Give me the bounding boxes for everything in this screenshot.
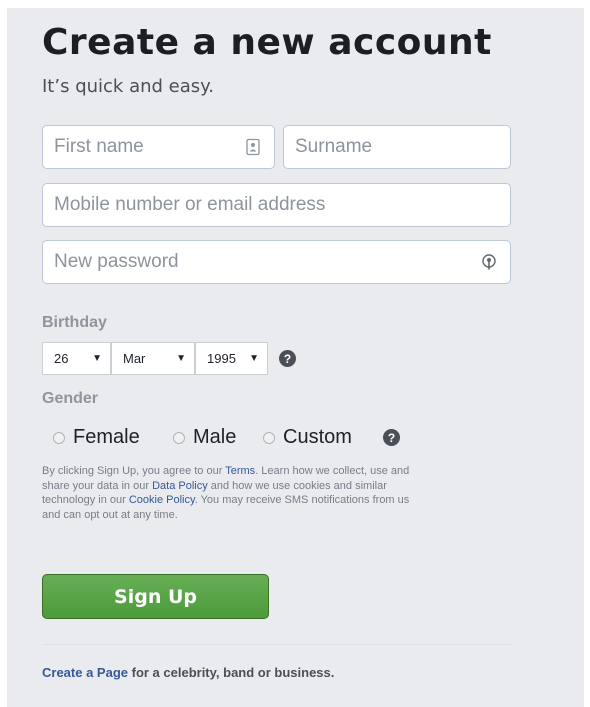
password-field[interactable] — [42, 240, 511, 284]
sign-up-button[interactable]: Sign Up — [42, 574, 269, 619]
password-key-icon — [482, 254, 496, 270]
gender-option-label: Female — [73, 426, 140, 448]
gender-option-female[interactable]: Female — [53, 426, 140, 449]
dropdown-arrow-icon: ▼ — [176, 353, 186, 364]
gender-option-label: Custom — [283, 426, 352, 448]
radio-button[interactable] — [173, 431, 185, 444]
birthday-month-value: Mar — [123, 351, 146, 366]
first-name-field[interactable] — [42, 125, 275, 169]
first-name-input[interactable] — [43, 126, 274, 168]
gender-option-label: Male — [193, 426, 237, 448]
contact-field[interactable] — [42, 183, 511, 227]
data-policy-link[interactable]: Data Policy — [152, 480, 208, 492]
password-input[interactable] — [43, 241, 510, 283]
cookie-policy-link[interactable]: Cookie Policy — [129, 494, 195, 506]
dropdown-arrow-icon: ▼ — [92, 353, 102, 364]
radio-button[interactable] — [263, 431, 275, 444]
birthday-label: Birthday — [42, 314, 107, 331]
gender-option-male[interactable]: Male — [173, 426, 236, 449]
page-subtitle: It’s quick and easy. — [42, 76, 214, 97]
birthday-month-select[interactable]: Mar ▼ — [111, 342, 195, 375]
legal-text-segment: By clicking Sign Up, you agree to our — [42, 465, 226, 477]
contact-input[interactable] — [43, 184, 510, 226]
gender-label: Gender — [42, 390, 99, 407]
create-page-link[interactable]: Create a Page — [42, 665, 128, 680]
birthday-day-select[interactable]: 26 ▼ — [42, 342, 111, 375]
footer-text: for a celebrity, band or business. — [128, 665, 335, 680]
gender-help-icon[interactable]: ? — [383, 429, 400, 446]
surname-field[interactable] — [283, 125, 511, 169]
birthday-help-icon[interactable]: ? — [279, 350, 296, 367]
page-title: Create a new account — [42, 22, 492, 63]
surname-input[interactable] — [284, 126, 510, 168]
birthday-year-select[interactable]: 1995 ▼ — [195, 342, 268, 375]
birthday-day-value: 26 — [54, 351, 69, 366]
create-page-footer: Create a Page for a celebrity, band or b… — [42, 665, 334, 680]
radio-button[interactable] — [53, 431, 65, 444]
legal-text: By clicking Sign Up, you agree to our Te… — [42, 464, 410, 522]
birthday-year-value: 1995 — [207, 351, 236, 366]
dropdown-arrow-icon: ▼ — [249, 353, 259, 364]
divider — [42, 644, 511, 645]
gender-option-custom[interactable]: Custom — [263, 426, 352, 449]
contact-card-icon — [246, 138, 260, 156]
terms-link[interactable]: Terms — [225, 465, 255, 477]
signup-panel: Create a new account It’s quick and easy… — [7, 8, 584, 707]
